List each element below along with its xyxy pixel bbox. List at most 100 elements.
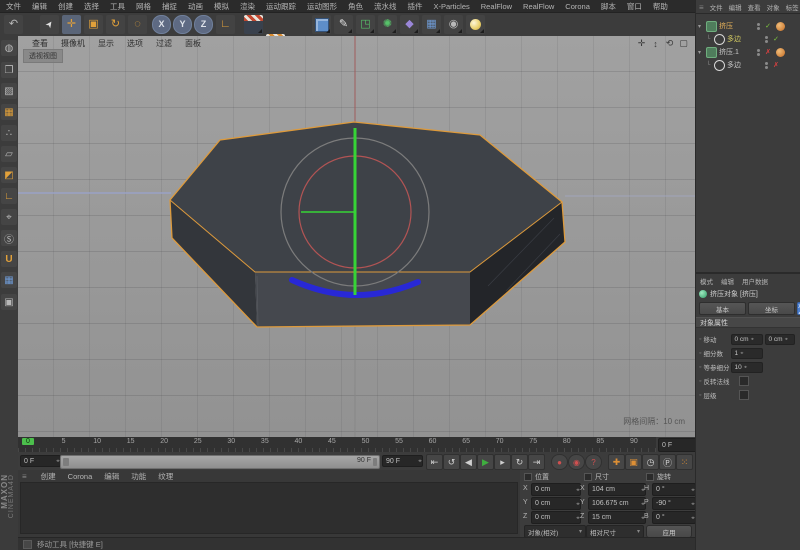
range-start-field[interactable]: 0 F [20, 455, 61, 467]
scale-tool[interactable]: ▣ [84, 15, 103, 34]
key-parameter-toggle[interactable]: Ⓟ [659, 454, 676, 470]
mm-menu-corona[interactable]: Corona [68, 472, 93, 481]
previous-frame-button[interactable]: ◀ [460, 454, 477, 470]
move-tool[interactable]: ✛ [62, 15, 81, 34]
autokey-button[interactable]: ◉ [568, 454, 585, 470]
subdivision-field[interactable]: 1 [731, 348, 763, 359]
om-menu-object[interactable]: 对象 [767, 2, 780, 12]
menu-animate[interactable]: 动画 [188, 1, 203, 12]
spline-pen-button[interactable]: ✎ [334, 15, 353, 34]
undo-button[interactable]: ↶ [4, 15, 23, 34]
play-button[interactable]: ▶ [477, 454, 494, 470]
am-menu-mode[interactable]: 模式 [700, 276, 713, 286]
size-z-field[interactable]: 15 cm [588, 511, 646, 524]
loop-button[interactable]: ↻ [511, 454, 528, 470]
size-x-field[interactable]: 104 cm [588, 483, 646, 496]
key-rotation-toggle[interactable]: ◷ [642, 454, 659, 470]
menu-file[interactable]: 文件 [6, 1, 21, 12]
lock-x-axis-button[interactable]: X [152, 15, 171, 34]
add-floor-button[interactable]: ▦ [422, 15, 441, 34]
position-z-field[interactable]: 0 cm [531, 511, 581, 524]
snap-toggle-button[interactable]: Ⓢ [1, 230, 17, 246]
lock-y-axis-button[interactable]: Y [173, 15, 192, 34]
om-menu-tags[interactable]: 标签 [786, 2, 799, 12]
lock-workplane-button[interactable]: ▣ [1, 294, 17, 310]
add-primitive-button[interactable] [312, 15, 331, 34]
enabled-toggle[interactable]: ✗ [764, 48, 772, 56]
playhead[interactable]: 0 [22, 438, 34, 445]
record-keyframe-button[interactable]: ● [551, 454, 568, 470]
rotate-tool[interactable]: ↻ [106, 15, 125, 34]
goto-start-button[interactable]: ⇤ [426, 454, 443, 470]
position-x-field[interactable]: 0 cm [531, 483, 581, 496]
am-menu-userdata[interactable]: 用户数据 [742, 276, 768, 286]
menu-motion-tracker[interactable]: 运动跟踪 [266, 1, 296, 12]
enable-axis-button[interactable]: ∟ [1, 188, 17, 204]
object-row-extrude[interactable]: ▾ 挤压 ✓ [698, 20, 799, 32]
menu-realflow-1[interactable]: RealFlow [481, 2, 512, 11]
menu-tools[interactable]: 工具 [110, 1, 125, 12]
material-list-area[interactable] [20, 482, 518, 534]
render-view-button[interactable] [244, 15, 263, 34]
rotation-h-field[interactable]: 0 ° [652, 483, 696, 496]
range-end-field[interactable]: 90 F [382, 455, 423, 467]
phong-tag-icon[interactable] [776, 22, 785, 31]
lock-z-axis-button[interactable]: Z [194, 15, 213, 34]
goto-end-button[interactable]: ⇥ [528, 454, 545, 470]
vp-menu-filter[interactable]: 过滤 [156, 38, 172, 49]
rotate-view-icon[interactable]: ⟲ [664, 38, 675, 49]
pan-view-icon[interactable]: ✛ [636, 38, 647, 49]
menu-script[interactable]: 脚本 [601, 1, 616, 12]
om-menu-view[interactable]: 查看 [748, 2, 761, 12]
visibility-dots[interactable] [757, 49, 762, 56]
play-backward-button[interactable]: ↺ [443, 454, 460, 470]
timeline-ruler[interactable]: 0 5 10 15 20 25 30 35 40 45 50 55 60 65 … [18, 437, 656, 453]
flip-normals-checkbox[interactable] [739, 376, 749, 386]
visibility-dots[interactable] [765, 36, 770, 43]
iso-subdivision-field[interactable]: 10 [731, 362, 763, 373]
perspective-viewport[interactable]: 查看 摄像机 显示 选项 过滤 面板 透视视图 ✛ ↕ ⟲ ▢ [18, 36, 695, 437]
visibility-dots[interactable] [765, 62, 770, 69]
add-light-button[interactable] [466, 15, 485, 34]
vp-menu-camera[interactable]: 摄像机 [61, 38, 85, 49]
menu-pipeline[interactable]: 流水线 [374, 1, 397, 12]
workplane-button[interactable]: ▦ [1, 272, 17, 288]
visibility-dots[interactable] [757, 23, 762, 30]
menu-snap[interactable]: 捕捉 [162, 1, 177, 12]
live-selection-tool[interactable]: ➤ [40, 15, 59, 34]
move-x-field[interactable]: 0 cm [731, 334, 763, 345]
rotation-b-field[interactable]: 0 ° [652, 511, 696, 524]
mm-menu-function[interactable]: 功能 [131, 471, 146, 482]
menu-mograph[interactable]: 运动图形 [307, 1, 337, 12]
size-y-field[interactable]: 106.675 cm [588, 497, 646, 510]
am-menu-edit[interactable]: 编辑 [721, 276, 734, 286]
mm-menu-create[interactable]: 创建 [41, 471, 56, 482]
tab-coordinates[interactable]: 坐标 [748, 302, 795, 315]
menu-plugins[interactable]: 插件 [408, 1, 423, 12]
texture-mode-button[interactable]: ▨ [1, 83, 17, 99]
points-mode-button[interactable]: ∴ [1, 125, 17, 141]
menu-corona[interactable]: Corona [565, 2, 590, 11]
convert-editable-button[interactable]: ◍ [1, 40, 17, 56]
add-generator-button[interactable]: ◳ [356, 15, 375, 34]
zoom-view-icon[interactable]: ↕ [650, 38, 661, 49]
edges-mode-button[interactable]: ▱ [1, 146, 17, 162]
menu-mesh[interactable]: 网格 [136, 1, 151, 12]
enabled-toggle[interactable]: ✗ [772, 61, 780, 69]
om-menu-edit[interactable]: 编辑 [729, 2, 742, 12]
object-row-extrude-1[interactable]: ▾ 挤压.1 ✗ [698, 46, 799, 58]
vp-menu-options[interactable]: 选项 [127, 38, 143, 49]
expand-icon[interactable]: ▾ [698, 49, 704, 56]
uv-mode-button[interactable]: ▦ [1, 104, 17, 120]
om-menu-file[interactable]: 文件 [710, 2, 723, 12]
enabled-toggle[interactable]: ✓ [764, 22, 772, 30]
object-row-nside-1[interactable]: └ 多边 ✗ [698, 59, 800, 71]
object-row-nside[interactable]: └ 多边 ✓ [698, 33, 800, 45]
add-deformer-button[interactable]: ✺ [378, 15, 397, 34]
menu-select[interactable]: 选择 [84, 1, 99, 12]
phong-tag-icon[interactable] [776, 48, 785, 57]
mm-menu-edit[interactable]: 编辑 [104, 471, 119, 482]
menu-xparticles[interactable]: X-Particles [434, 2, 470, 11]
menu-realflow-2[interactable]: RealFlow [523, 2, 554, 11]
vp-menu-panel[interactable]: 面板 [185, 38, 201, 49]
